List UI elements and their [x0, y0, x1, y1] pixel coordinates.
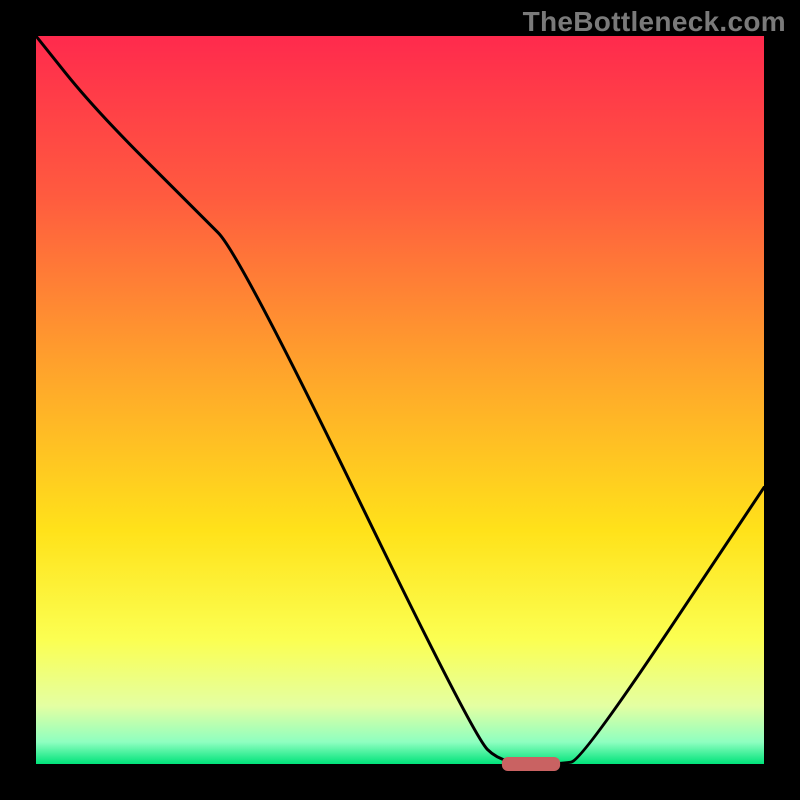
bottleneck-chart	[0, 0, 800, 800]
chart-frame: TheBottleneck.com	[0, 0, 800, 800]
optimal-marker	[502, 757, 560, 771]
watermark-label: TheBottleneck.com	[523, 6, 786, 38]
plot-area	[36, 36, 764, 764]
